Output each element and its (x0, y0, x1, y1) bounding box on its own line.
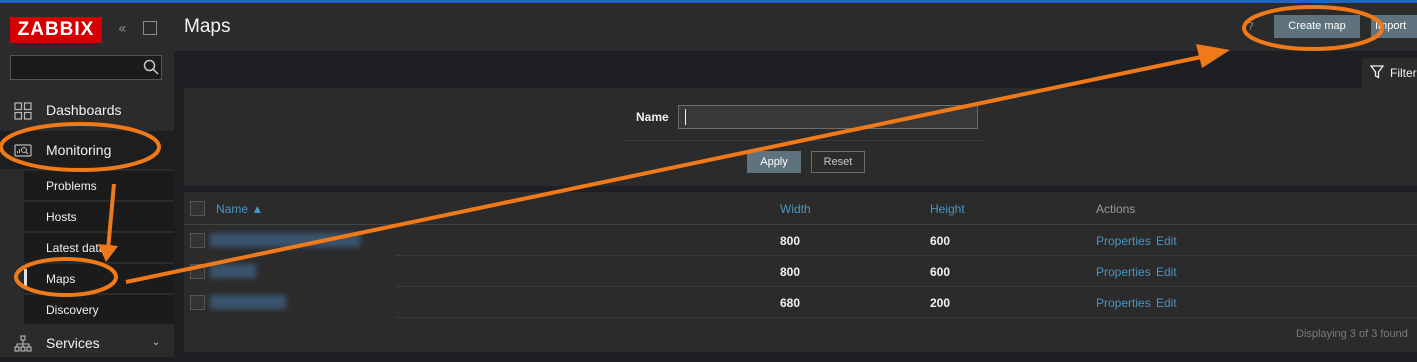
services-icon (14, 335, 32, 352)
import-button[interactable]: Import (1371, 15, 1417, 38)
submenu-latest-data[interactable]: Latest data (24, 233, 174, 263)
submenu-hosts[interactable]: Hosts (24, 202, 174, 232)
row-checkbox[interactable] (190, 233, 205, 248)
table-row: 800 600 Properties Edit (184, 225, 1417, 256)
sidebar: ZABBIX « Dashboards Monitoring Problems … (0, 3, 174, 357)
filter-icon (1370, 65, 1384, 79)
edit-link[interactable]: Edit (1156, 296, 1177, 310)
column-header-actions: Actions (1096, 202, 1136, 216)
properties-link[interactable]: Properties (1096, 265, 1151, 279)
filter-panel: Name Apply Reset (184, 88, 1417, 186)
width-cell: 800 (780, 234, 801, 248)
submenu-label: Latest data (46, 241, 106, 255)
sidebar-item-services[interactable]: Services ⌄ (0, 324, 174, 362)
submenu-label: Discovery (46, 303, 99, 317)
submenu-maps[interactable]: Maps (24, 264, 174, 294)
height-cell: 200 (930, 296, 951, 310)
column-header-width[interactable]: Width (780, 202, 811, 216)
row-divider (396, 317, 1417, 318)
map-name-link[interactable] (210, 233, 360, 247)
submenu-label: Maps (46, 272, 76, 286)
height-cell: 600 (930, 265, 951, 279)
sidebar-item-label: Dashboards (46, 102, 122, 118)
dashboards-icon (14, 102, 32, 120)
page-title: Maps (184, 16, 231, 37)
width-cell: 680 (780, 296, 801, 310)
width-cell: 800 (780, 265, 801, 279)
submenu-label: Hosts (46, 210, 77, 224)
submenu-discovery[interactable]: Discovery (24, 295, 174, 325)
map-name-link[interactable] (210, 264, 256, 278)
map-name-link[interactable] (210, 295, 286, 309)
submenu-label: Problems (46, 179, 97, 193)
help-icon[interactable]: ? (1248, 20, 1258, 33)
kiosk-mode-icon[interactable] (143, 21, 157, 35)
global-search-input[interactable] (10, 55, 162, 80)
text-cursor (685, 109, 686, 125)
page-header: Maps ? Create map Import (174, 3, 1417, 51)
chevron-down-icon: ⌄ (152, 337, 161, 348)
edit-link[interactable]: Edit (1156, 265, 1177, 279)
results-count: Displaying 3 of 3 found (1296, 328, 1408, 340)
row-checkbox[interactable] (190, 264, 205, 279)
table-row: 680 200 Properties Edit (184, 287, 1417, 318)
filter-divider (624, 140, 986, 141)
apply-button[interactable]: Apply (747, 151, 801, 173)
sidebar-item-dashboards[interactable]: Dashboards (0, 91, 174, 129)
edit-link[interactable]: Edit (1156, 234, 1177, 248)
monitoring-icon (14, 144, 32, 157)
filter-tab[interactable]: Filter (1362, 58, 1417, 88)
height-cell: 600 (930, 234, 951, 248)
column-header-name[interactable]: Name ▲ (216, 202, 263, 216)
properties-link[interactable]: Properties (1096, 234, 1151, 248)
zabbix-logo[interactable]: ZABBIX (10, 17, 102, 43)
select-all-checkbox[interactable] (190, 201, 205, 216)
filter-tab-label: Filter (1390, 66, 1417, 80)
sidebar-item-label: Monitoring (46, 142, 112, 158)
properties-link[interactable]: Properties (1096, 296, 1151, 310)
sidebar-item-label: Services (46, 335, 100, 351)
reset-button[interactable]: Reset (811, 151, 865, 173)
create-map-button[interactable]: Create map (1274, 15, 1360, 38)
sidebar-item-monitoring[interactable]: Monitoring (0, 131, 174, 169)
name-filter-label: Name (636, 110, 669, 124)
maps-table: Name ▲ Width Height Actions 800 600 Prop… (184, 192, 1417, 352)
name-filter-input[interactable] (678, 105, 978, 129)
column-header-height[interactable]: Height (930, 202, 965, 216)
row-checkbox[interactable] (190, 295, 205, 310)
submenu-problems[interactable]: Problems (24, 171, 174, 201)
collapse-sidebar-icon[interactable]: « (118, 21, 134, 37)
table-row: 800 600 Properties Edit (184, 256, 1417, 287)
search-icon[interactable] (143, 59, 159, 75)
